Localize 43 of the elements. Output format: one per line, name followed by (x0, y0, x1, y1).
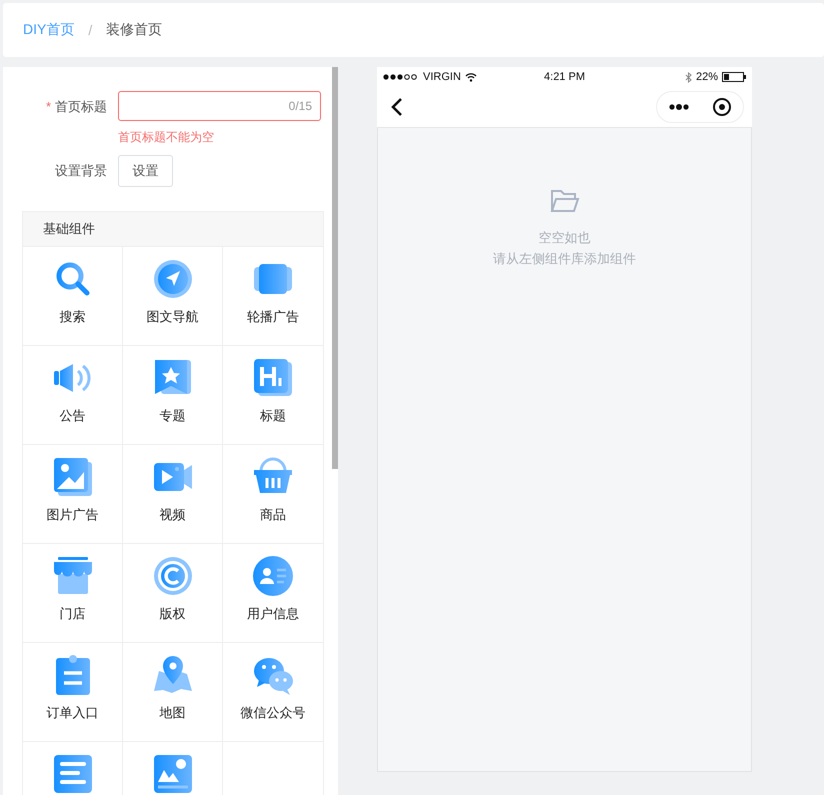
set-button[interactable]: 设置 (118, 155, 173, 187)
empty-title: 空空如也 (538, 229, 590, 247)
error-message: 首页标题不能为空 (118, 129, 215, 146)
bluetooth-icon (684, 72, 692, 82)
text-lines-icon (52, 754, 92, 794)
section-header: 基础组件 (23, 212, 323, 247)
component-tile[interactable]: 门店 (23, 544, 123, 643)
component-tile[interactable]: 版权 (123, 544, 223, 643)
component-tile[interactable]: 图片广告 (23, 445, 123, 544)
wifi-icon (464, 72, 477, 82)
component-tile[interactable]: 地图 (123, 643, 223, 742)
capsule-menu[interactable] (656, 91, 744, 123)
close-icon[interactable] (712, 97, 732, 117)
field-label: * 首页标题 (44, 98, 108, 116)
landscape-image-icon (152, 754, 192, 794)
status-time: 4:21 PM (544, 71, 585, 83)
breadcrumb-current: 装修首页 (106, 21, 162, 39)
breadcrumb-separator: / (88, 22, 92, 38)
back-icon[interactable] (391, 97, 403, 117)
heading-icon (253, 358, 293, 398)
folder-icon (550, 188, 580, 214)
component-tile[interactable]: 搜索 (23, 247, 123, 346)
storefront-icon (52, 556, 92, 596)
chat-bubbles-icon (253, 655, 293, 695)
map-pin-icon (152, 655, 192, 695)
scrollbar[interactable] (332, 67, 338, 469)
more-icon[interactable] (668, 104, 688, 110)
component-tile[interactable]: 专题 (123, 346, 223, 445)
component-tile[interactable]: 订单入口 (23, 643, 123, 742)
image-icon (52, 457, 92, 497)
battery-icon (722, 72, 746, 82)
compass-icon (152, 259, 192, 299)
component-tile[interactable]: 公告 (23, 346, 123, 445)
carrier-name: VIRGIN (423, 71, 461, 83)
contact-card-icon (253, 556, 293, 596)
component-tile[interactable]: 图文导航 (123, 247, 223, 346)
character-counter: 0/15 (288, 99, 312, 113)
component-tile[interactable]: 视频 (123, 445, 223, 544)
battery-percentage: 22% (696, 71, 718, 83)
signal-icon (383, 74, 419, 80)
empty-hint: 请从左侧组件库添加组件 (493, 250, 636, 268)
copyright-icon (152, 556, 192, 596)
field-label: 设置背景 (54, 162, 108, 180)
